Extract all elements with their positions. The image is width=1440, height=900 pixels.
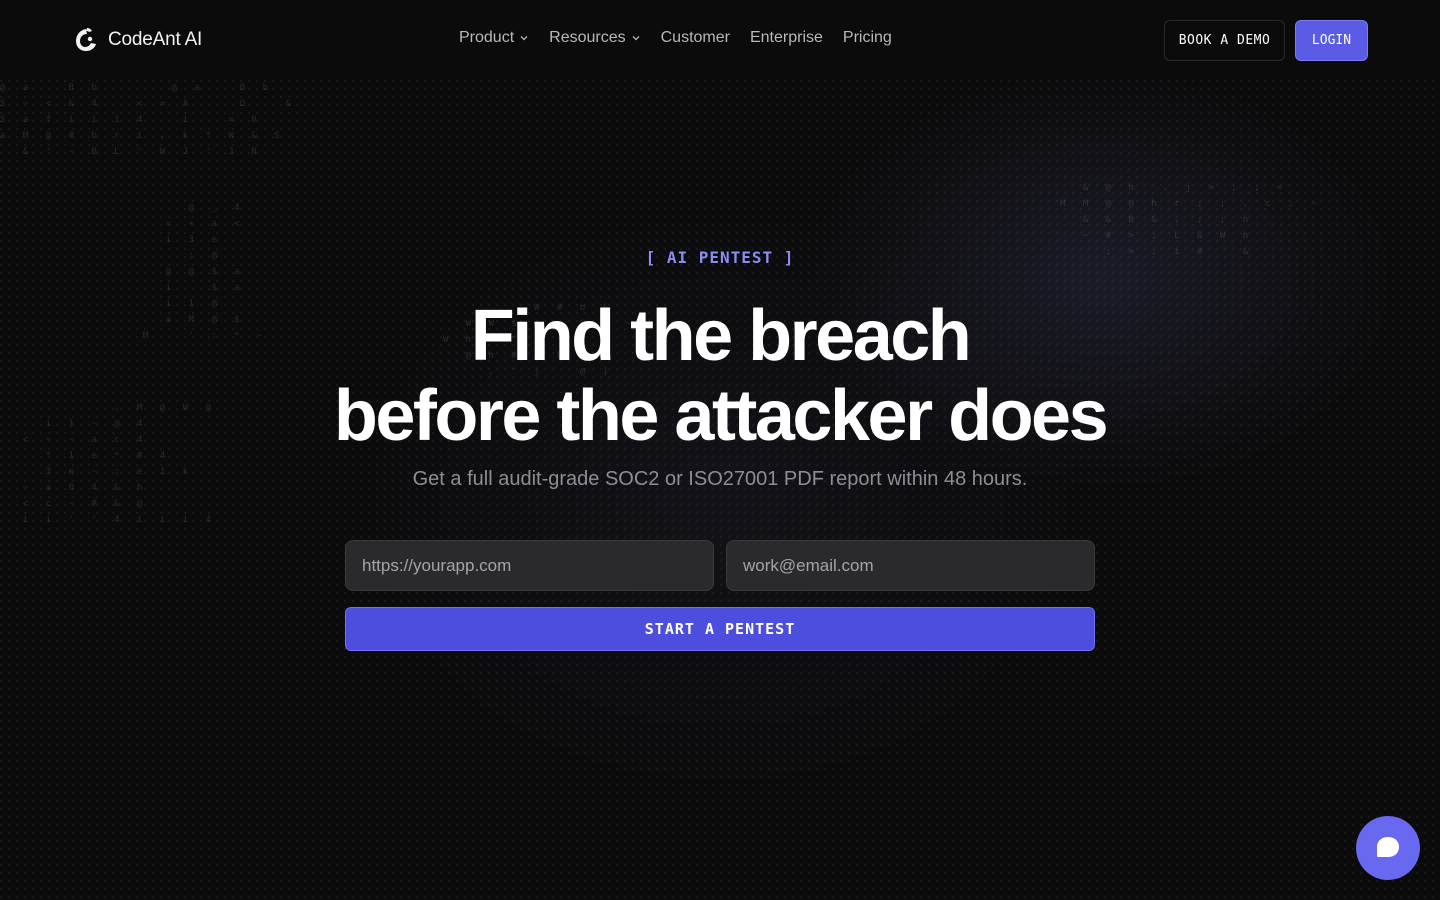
chat-launcher-button[interactable] xyxy=(1356,816,1420,880)
top-navbar: CodeAnt AI Product Resources Customer En… xyxy=(0,0,1440,80)
nav-link-label: Product xyxy=(459,29,515,46)
nav-link-pricing[interactable]: Pricing xyxy=(843,29,892,47)
chevron-down-icon xyxy=(520,36,528,41)
hero-eyebrow: [ AI PENTEST ] xyxy=(645,248,795,267)
chevron-down-icon xyxy=(632,36,640,41)
nav-link-product[interactable]: Product xyxy=(459,29,529,47)
headline-line-2: before the attacker does xyxy=(333,376,1109,456)
book-demo-button[interactable]: BOOK A DEMO xyxy=(1164,20,1285,61)
brand-name: CodeAnt AI xyxy=(108,29,203,50)
nav-link-label: Resources xyxy=(549,29,626,46)
hero-subhead: Get a full audit-grade SOC2 or ISO27001 … xyxy=(412,468,1028,490)
nav-links: Product Resources Customer Enterprise Pr… xyxy=(459,29,892,47)
nav-link-label: Enterprise xyxy=(749,29,823,46)
codeant-logo-icon xyxy=(76,28,96,51)
brand-logo[interactable]: CodeAnt AI xyxy=(72,26,202,54)
hero-headline: Find the breach before the attacker does xyxy=(0,296,1440,456)
headline-line-1: Find the breach xyxy=(470,296,972,376)
start-pentest-button[interactable]: START A PENTEST xyxy=(345,607,1095,651)
nav-link-customer[interactable]: Customer xyxy=(661,29,730,47)
login-button[interactable]: LOGIN xyxy=(1295,20,1368,61)
work-email-input[interactable] xyxy=(726,540,1095,591)
nav-link-enterprise[interactable]: Enterprise xyxy=(750,29,823,47)
app-url-input[interactable] xyxy=(345,540,714,591)
nav-link-label: Pricing xyxy=(842,29,892,46)
nav-link-resources[interactable]: Resources xyxy=(549,29,640,47)
page: @ a B b @ a B b S ~ < & 4 < = A Ω & S a … xyxy=(0,0,1440,900)
chat-bubble-icon xyxy=(1377,837,1399,857)
nav-link-label: Customer xyxy=(660,29,730,46)
